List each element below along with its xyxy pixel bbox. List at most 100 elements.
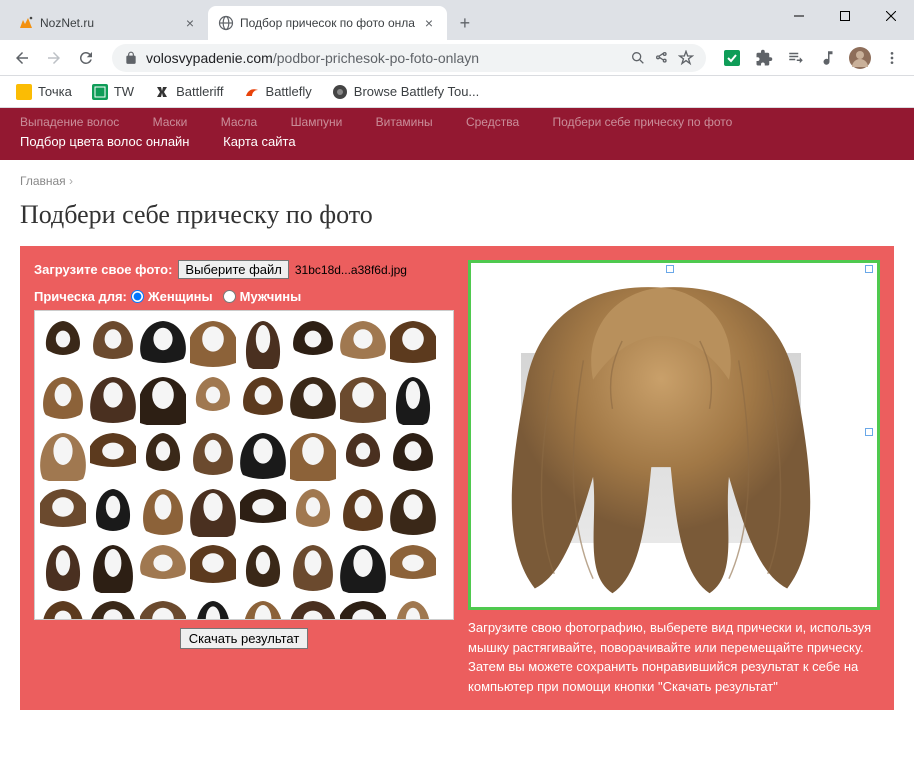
window-minimize-button[interactable] bbox=[776, 0, 822, 32]
resize-handle-icon[interactable] bbox=[666, 265, 674, 273]
hairstyle-thumbnail[interactable] bbox=[389, 539, 437, 595]
hairstyle-thumbnail[interactable] bbox=[339, 595, 387, 620]
bookmark-item[interactable]: TW bbox=[84, 80, 142, 104]
hairstyle-thumbnail[interactable] bbox=[89, 595, 137, 620]
download-result-button[interactable]: Скачать результат bbox=[180, 628, 309, 649]
hairstyle-thumbnail[interactable] bbox=[339, 371, 387, 427]
resize-handle-icon[interactable] bbox=[865, 428, 873, 436]
hairstyle-thumbnail[interactable] bbox=[389, 371, 437, 427]
hairstyle-thumbnail[interactable] bbox=[139, 595, 187, 620]
hairstyle-thumbnail[interactable] bbox=[189, 483, 237, 539]
hairstyle-thumbnail[interactable] bbox=[189, 595, 237, 620]
reading-list-icon[interactable] bbox=[782, 44, 810, 72]
hairstyle-thumbnail[interactable] bbox=[389, 595, 437, 620]
hairstyle-thumbnail[interactable] bbox=[89, 371, 137, 427]
hairstyle-thumbnail[interactable] bbox=[39, 315, 87, 371]
nav-link[interactable]: Подбери себе прическу по фото bbox=[552, 112, 732, 132]
hairstyle-thumbnail[interactable] bbox=[289, 595, 337, 620]
preview-canvas[interactable] bbox=[468, 260, 880, 610]
hairstyle-thumbnail[interactable] bbox=[289, 315, 337, 371]
gender-men-radio[interactable] bbox=[223, 290, 236, 303]
hairstyle-thumbnail[interactable] bbox=[189, 539, 237, 595]
browser-tab[interactable]: Подбор причесок по фото онла × bbox=[208, 6, 447, 40]
close-icon[interactable]: × bbox=[421, 15, 437, 31]
bookmark-item[interactable]: Battlefly bbox=[236, 80, 320, 104]
hairstyle-thumbnail[interactable] bbox=[39, 539, 87, 595]
new-tab-button[interactable]: + bbox=[451, 9, 479, 37]
hairstyle-thumbnail[interactable] bbox=[289, 371, 337, 427]
search-icon[interactable] bbox=[630, 50, 646, 66]
nav-link[interactable]: Выпадение волос bbox=[20, 112, 119, 132]
hairstyle-thumbnail[interactable] bbox=[89, 315, 137, 371]
browser-titlebar: NozNet.ru × Подбор причесок по фото онла… bbox=[0, 0, 914, 40]
menu-icon[interactable] bbox=[878, 44, 906, 72]
hairstyle-thumbnail[interactable] bbox=[289, 483, 337, 539]
back-button[interactable] bbox=[8, 44, 36, 72]
hairstyle-thumbnail[interactable] bbox=[239, 427, 287, 483]
hairstyle-thumbnail[interactable] bbox=[39, 483, 87, 539]
hairstyle-thumbnail[interactable] bbox=[39, 371, 87, 427]
hairstyle-thumbnail[interactable] bbox=[189, 371, 237, 427]
nav-link[interactable]: Масла bbox=[221, 112, 257, 132]
nav-link[interactable]: Средства bbox=[466, 112, 519, 132]
breadcrumb-link[interactable]: Главная bbox=[20, 174, 66, 188]
hair-overlay[interactable] bbox=[481, 273, 841, 603]
hairstyle-thumbnail[interactable] bbox=[139, 315, 187, 371]
hairstyle-thumbnail[interactable] bbox=[139, 371, 187, 427]
hairstyle-thumbnail[interactable] bbox=[289, 427, 337, 483]
hairstyle-thumbnail[interactable] bbox=[289, 539, 337, 595]
hairstyle-thumbnail[interactable] bbox=[189, 427, 237, 483]
gender-women-radio[interactable] bbox=[131, 290, 144, 303]
nav-link[interactable]: Шампуни bbox=[291, 112, 343, 132]
hairstyle-thumbnail[interactable] bbox=[239, 371, 287, 427]
nav-link[interactable]: Витамины bbox=[376, 112, 433, 132]
hairstyle-thumbnail[interactable] bbox=[339, 483, 387, 539]
breadcrumb: Главная › bbox=[0, 160, 914, 194]
resize-handle-icon[interactable] bbox=[865, 265, 873, 273]
hairstyle-thumbnail[interactable] bbox=[239, 539, 287, 595]
hairstyle-thumbnail[interactable] bbox=[89, 483, 137, 539]
address-bar[interactable]: volosvypadenie.com/podbor-prichesok-po-f… bbox=[112, 44, 706, 72]
hairstyle-thumbnail[interactable] bbox=[189, 315, 237, 371]
star-icon[interactable] bbox=[678, 50, 694, 66]
hairstyle-thumbnail[interactable] bbox=[239, 595, 287, 620]
hairstyle-thumbnail[interactable] bbox=[389, 427, 437, 483]
share-icon[interactable] bbox=[654, 50, 670, 66]
close-icon[interactable]: × bbox=[182, 15, 198, 31]
window-maximize-button[interactable] bbox=[822, 0, 868, 32]
bookmark-favicon-icon bbox=[154, 84, 170, 100]
bookmark-item[interactable]: Точка bbox=[8, 80, 80, 104]
hairstyle-thumbnail[interactable] bbox=[389, 483, 437, 539]
hairstyle-thumbnail[interactable] bbox=[339, 539, 387, 595]
hairstyle-thumbnail[interactable] bbox=[139, 539, 187, 595]
window-close-button[interactable] bbox=[868, 0, 914, 32]
hairstyle-thumbnail[interactable] bbox=[339, 315, 387, 371]
extensions-icon[interactable] bbox=[750, 44, 778, 72]
hairstyle-thumbnail[interactable] bbox=[139, 427, 187, 483]
reload-button[interactable] bbox=[72, 44, 100, 72]
bookmark-item[interactable]: Battleriff bbox=[146, 80, 231, 104]
hairstyle-thumbnail[interactable] bbox=[239, 483, 287, 539]
hairstyle-thumbnail[interactable] bbox=[89, 539, 137, 595]
forward-button[interactable] bbox=[40, 44, 68, 72]
choose-file-button[interactable]: Выберите файл bbox=[178, 260, 288, 279]
hairstyle-thumbnail[interactable] bbox=[239, 315, 287, 371]
music-icon[interactable] bbox=[814, 44, 842, 72]
hairstyle-thumbnail[interactable] bbox=[389, 315, 437, 371]
browser-tab[interactable]: NozNet.ru × bbox=[8, 6, 208, 40]
bookmark-label: Battleriff bbox=[176, 84, 223, 99]
hairstyle-thumbnail[interactable] bbox=[89, 427, 137, 483]
hairstyle-thumbnail[interactable] bbox=[139, 483, 187, 539]
hairstyle-thumbnail[interactable] bbox=[339, 427, 387, 483]
hairstyle-thumbnail[interactable] bbox=[39, 595, 87, 620]
hairstyle-grid[interactable]: document.write((function(){ const colors… bbox=[34, 310, 454, 620]
bookmark-item[interactable]: Browse Battlefy Tou... bbox=[324, 80, 488, 104]
profile-avatar[interactable] bbox=[846, 44, 874, 72]
nav-link[interactable]: Карта сайта bbox=[223, 132, 295, 152]
bookmark-label: Browse Battlefy Tou... bbox=[354, 84, 480, 99]
nav-link[interactable]: Маски bbox=[153, 112, 188, 132]
hairstyle-thumbnail[interactable] bbox=[39, 427, 87, 483]
bookmark-label: Battlefly bbox=[266, 84, 312, 99]
nav-link[interactable]: Подбор цвета волос онлайн bbox=[20, 132, 190, 152]
extension-icon[interactable] bbox=[718, 44, 746, 72]
